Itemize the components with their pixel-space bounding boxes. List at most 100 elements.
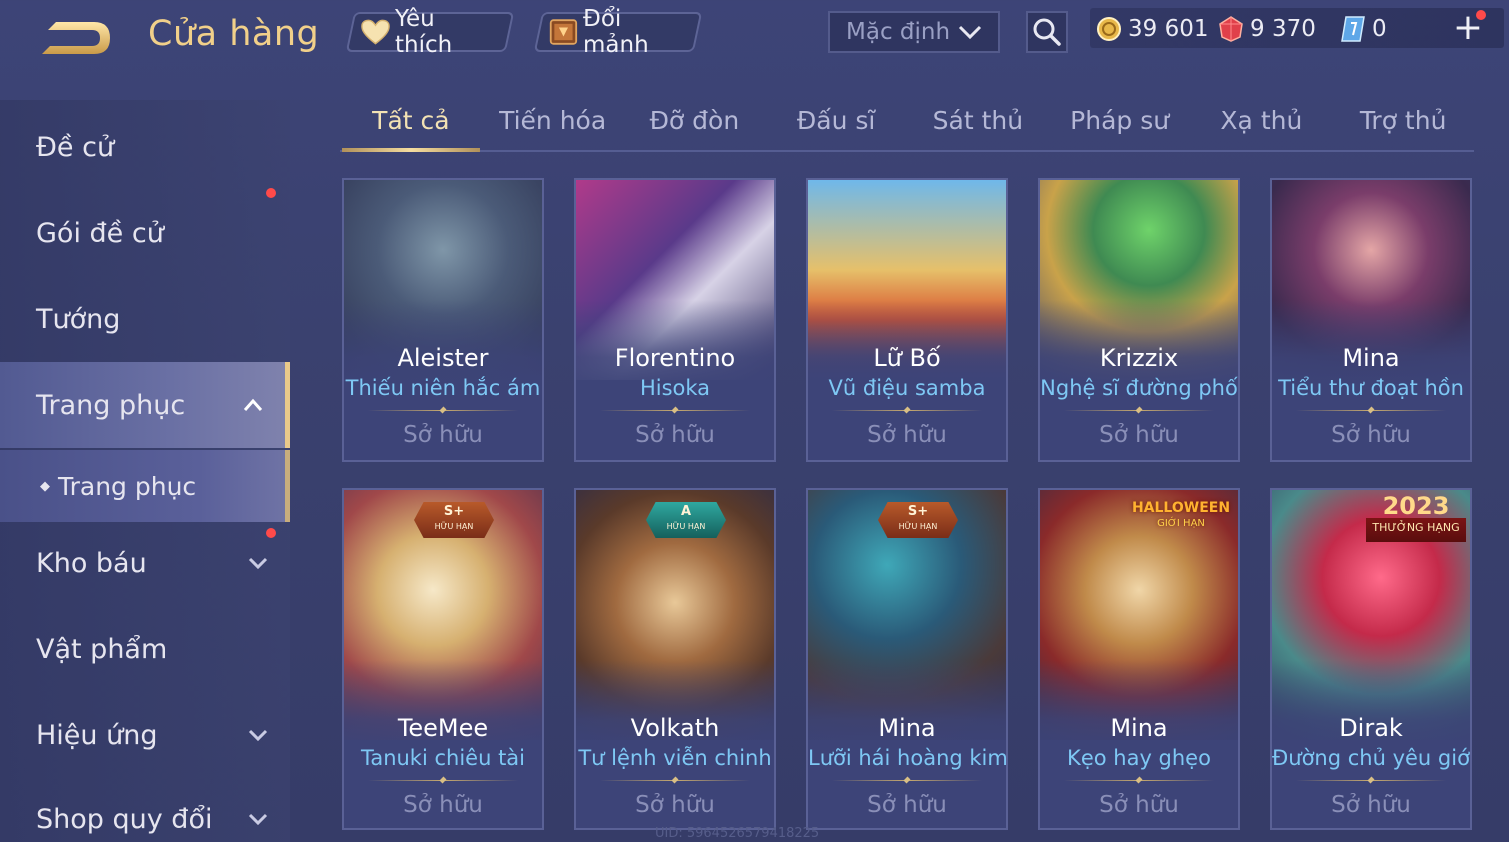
skin-name: Vũ điệu samba bbox=[828, 376, 986, 400]
tier-badge-sub: HỮU HẠN bbox=[434, 522, 474, 531]
sidebar-item-label: Vật phẩm bbox=[36, 633, 168, 665]
season-badge: 2023 THƯỞNG HẠNG bbox=[1366, 494, 1466, 542]
hero-name: Lữ Bố bbox=[873, 344, 941, 372]
skin-card[interactable]: S+ HỮU HẠN TeeMee Tanuki chiêu tài Sở hữ… bbox=[342, 488, 544, 830]
notification-dot bbox=[1476, 10, 1486, 20]
skin-name: Nghệ sĩ đường phố bbox=[1040, 376, 1238, 400]
sidebar-item-label: Trang phục bbox=[36, 389, 186, 421]
voucher-icon bbox=[1341, 16, 1365, 42]
event-badge-label: HALLOWEEN bbox=[1131, 500, 1231, 516]
sidebar-item-label: Tướng bbox=[36, 303, 121, 335]
ownership-status: Sở hữu bbox=[1331, 422, 1411, 448]
ownership-status: Sở hữu bbox=[635, 792, 715, 818]
skin-card[interactable]: Lữ Bố Vũ điệu samba Sở hữu bbox=[806, 178, 1008, 462]
card-divider bbox=[1064, 410, 1214, 411]
sidebar-item-items[interactable]: Vật phẩm bbox=[0, 606, 290, 692]
sidebar-item-heroes[interactable]: Tướng bbox=[0, 276, 290, 362]
event-badge: HALLOWEEN GIỚI HẠN bbox=[1126, 498, 1236, 532]
sidebar-item-effects[interactable]: Hiệu ứng bbox=[0, 692, 290, 778]
card-divider bbox=[368, 780, 518, 781]
gold-coin-icon bbox=[1097, 17, 1121, 41]
tier-badge-label: A bbox=[680, 504, 692, 519]
season-badge-label: 2023 bbox=[1382, 492, 1450, 520]
skin-card[interactable]: 2023 THƯỞNG HẠNG Dirak Đường chủ yêu giớ… bbox=[1270, 488, 1472, 830]
sidebar-item-label: Shop quy đổi bbox=[36, 803, 213, 835]
tier-badge-sub: HỮU HẠN bbox=[898, 522, 938, 531]
hero-name: Dirak bbox=[1339, 714, 1403, 742]
voucher-balance: 0 bbox=[1340, 12, 1387, 46]
card-divider bbox=[600, 410, 750, 411]
hero-name: Mina bbox=[878, 714, 936, 742]
hero-name: Aleister bbox=[397, 344, 489, 372]
skin-card[interactable]: S+ HỮU HẠN Mina Lưỡi hái hoàng kim Sở hữ… bbox=[806, 488, 1008, 830]
hero-name: Krizzix bbox=[1099, 344, 1179, 372]
ruby-balance: 9 370 bbox=[1218, 12, 1316, 46]
skin-grid: Aleister Thiếu niên hắc ám Sở hữu Floren… bbox=[342, 178, 1474, 838]
tier-badge-label: S+ bbox=[907, 504, 929, 519]
event-badge-sub: GIỚI HẠN bbox=[1157, 518, 1205, 529]
sort-selected-value: Mặc định bbox=[846, 19, 951, 45]
chevron-up-icon bbox=[243, 398, 263, 411]
back-arrow-icon bbox=[42, 22, 110, 54]
tab-fighter[interactable]: Đấu sĩ bbox=[765, 98, 907, 150]
hero-name: Florentino bbox=[614, 344, 736, 372]
sidebar-item-skins[interactable]: Trang phục bbox=[0, 362, 290, 448]
ownership-status: Sở hữu bbox=[403, 422, 483, 448]
tab-support[interactable]: Trợ thủ bbox=[1332, 98, 1474, 150]
top-bar: Cửa hàng Yêu thích Đổi mảnh Mặc định 39 … bbox=[0, 0, 1509, 78]
sidebar-item-featured-packs[interactable]: Gói đề cử bbox=[0, 188, 290, 276]
favorites-button[interactable]: Yêu thích bbox=[345, 6, 515, 58]
skin-name: Kẹo hay ghẹo bbox=[1067, 746, 1211, 770]
card-divider bbox=[368, 410, 518, 411]
tab-mage[interactable]: Pháp sư bbox=[1049, 98, 1191, 150]
tab-evolution[interactable]: Tiến hóa bbox=[482, 98, 624, 150]
sidebar: Đề cử Gói đề cử Tướng Trang phục ◆ Trang… bbox=[0, 100, 290, 842]
ownership-status: Sở hữu bbox=[867, 792, 947, 818]
role-tabs: Tất cả Tiến hóa Đỡ đòn Đấu sĩ Sát thủ Ph… bbox=[340, 98, 1474, 152]
tab-assassin[interactable]: Sát thủ bbox=[907, 98, 1049, 150]
card-divider bbox=[832, 780, 982, 781]
heart-icon bbox=[361, 19, 390, 45]
tier-badge-sub: HỮU HẠN bbox=[666, 522, 706, 531]
tab-marksman[interactable]: Xạ thủ bbox=[1191, 98, 1333, 150]
search-icon bbox=[1033, 18, 1061, 46]
tab-all[interactable]: Tất cả bbox=[340, 98, 482, 152]
sidebar-subitem-skins[interactable]: ◆ Trang phục bbox=[0, 450, 290, 522]
skin-card[interactable]: Florentino Hisoka Sở hữu bbox=[574, 178, 776, 462]
sidebar-item-featured[interactable]: Đề cử bbox=[0, 104, 290, 190]
tier-badge-label: S+ bbox=[443, 504, 465, 519]
chevron-down-icon bbox=[248, 729, 268, 742]
sidebar-item-exchange-shop[interactable]: Shop quy đổi bbox=[0, 776, 290, 842]
favorites-label: Yêu thích bbox=[395, 6, 453, 58]
ownership-status: Sở hữu bbox=[867, 422, 947, 448]
ruby-amount: 9 370 bbox=[1250, 16, 1316, 42]
skin-name: Lưỡi hái hoàng kim bbox=[808, 746, 1008, 770]
card-divider bbox=[1296, 780, 1446, 781]
diamond-bullet-icon: ◆ bbox=[40, 478, 50, 494]
sidebar-item-label: Trang phục bbox=[58, 471, 197, 501]
season-badge-sub: THƯỞNG HẠNG bbox=[1372, 521, 1460, 534]
skin-name: Tư lệnh viễn chinh bbox=[578, 746, 772, 770]
ownership-status: Sở hữu bbox=[1099, 792, 1179, 818]
sort-dropdown[interactable]: Mặc định bbox=[828, 11, 1000, 53]
skin-name: Thiếu niên hắc ám bbox=[345, 376, 541, 400]
sidebar-item-treasure[interactable]: Kho báu bbox=[0, 520, 290, 606]
sidebar-item-label: Gói đề cử bbox=[36, 217, 164, 249]
search-button[interactable] bbox=[1026, 11, 1068, 53]
voucher-amount: 0 bbox=[1372, 16, 1387, 42]
tab-tank[interactable]: Đỡ đòn bbox=[624, 98, 766, 150]
ownership-status: Sở hữu bbox=[1099, 422, 1179, 448]
user-id-watermark: UID: 5964526579418225 bbox=[655, 826, 820, 841]
exchange-shards-button[interactable]: Đổi mảnh bbox=[533, 6, 703, 58]
sidebar-item-label: Hiệu ứng bbox=[36, 719, 158, 751]
skin-card[interactable]: Krizzix Nghệ sĩ đường phố Sở hữu bbox=[1038, 178, 1240, 462]
skin-card[interactable]: Aleister Thiếu niên hắc ám Sở hữu bbox=[342, 178, 544, 462]
chevron-down-icon bbox=[248, 813, 268, 826]
back-button[interactable] bbox=[36, 18, 116, 60]
tier-badge: S+ HỮU HẠN bbox=[878, 502, 958, 538]
skin-card[interactable]: HALLOWEEN GIỚI HẠN Mina Kẹo hay ghẹo Sở … bbox=[1038, 488, 1240, 830]
skin-card[interactable]: Mina Tiểu thư đoạt hồn Sở hữu bbox=[1270, 178, 1472, 462]
skin-card[interactable]: A HỮU HẠN Volkath Tư lệnh viễn chinh Sở … bbox=[574, 488, 776, 830]
card-divider bbox=[832, 410, 982, 411]
skin-name: Tiểu thư đoạt hồn bbox=[1278, 376, 1464, 400]
